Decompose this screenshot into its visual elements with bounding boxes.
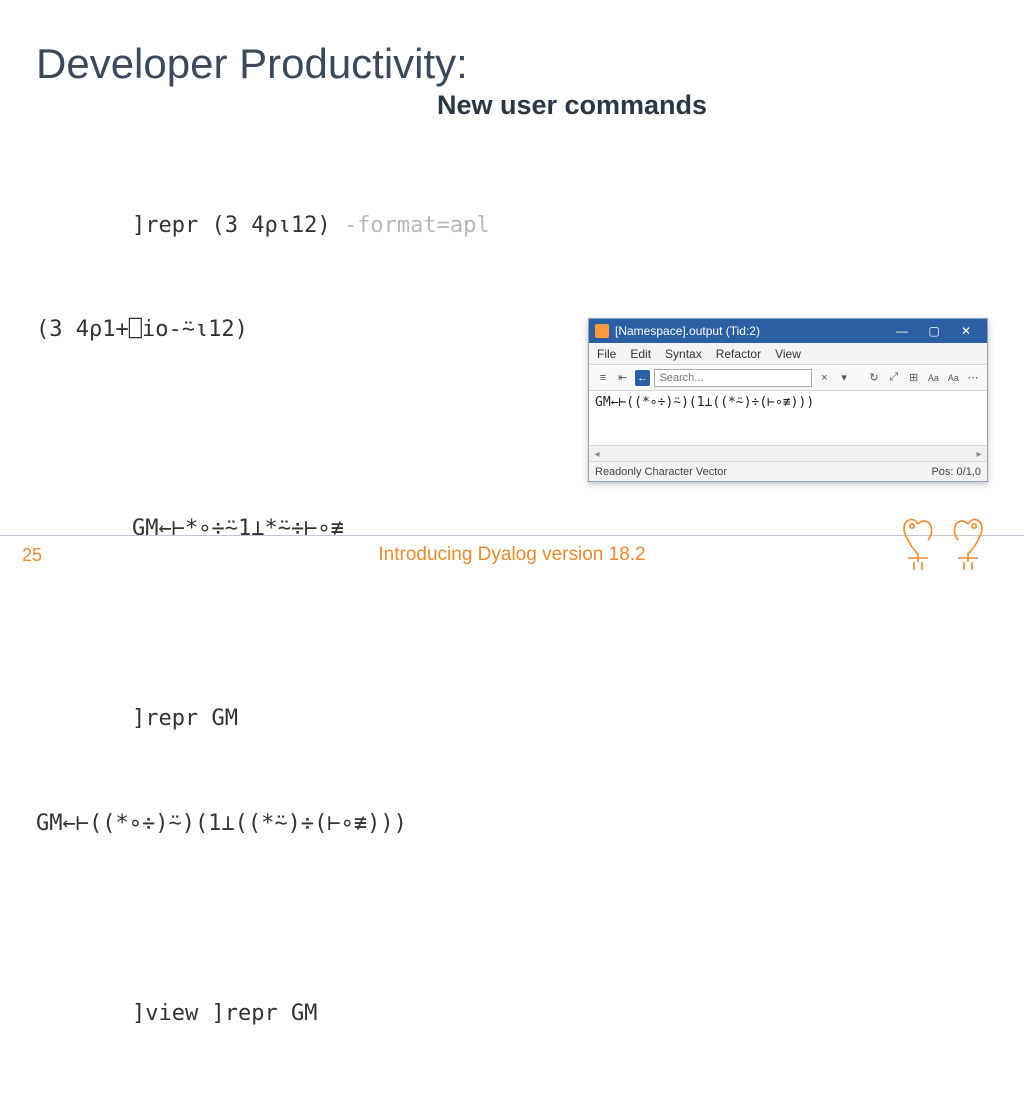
app-icon bbox=[595, 324, 609, 338]
code-line-1: ]repr (3 4⍴⍳12) -format=apl bbox=[36, 209, 988, 243]
editor-window: [Namespace].output (Tid:2) — ▢ ✕ File Ed… bbox=[588, 318, 988, 482]
code-line-6: ]view ]repr GM bbox=[36, 997, 988, 1031]
code-line-4: ]repr GM bbox=[36, 702, 988, 736]
back-icon[interactable]: ← bbox=[635, 370, 651, 386]
more-icon[interactable]: ⋯ bbox=[965, 370, 981, 386]
menu-refactor[interactable]: Refactor bbox=[716, 347, 761, 361]
footer-text: Introducing Dyalog version 18.2 bbox=[0, 544, 1024, 566]
horizontal-scrollbar[interactable]: ◂ ▸ bbox=[589, 445, 987, 461]
code-line-5: GM←⊢((*∘÷)⍨)(1⊥((*⍨)÷(⊢∘≢))) bbox=[36, 807, 988, 841]
scroll-left-icon[interactable]: ◂ bbox=[589, 446, 605, 462]
menu-view[interactable]: View bbox=[775, 347, 801, 361]
code-line-3: GM←⊢*∘÷⍨1⊥*⍨÷⊢∘≢ bbox=[36, 512, 988, 546]
expand-icon[interactable]: ⤢ bbox=[886, 370, 902, 386]
editor-titlebar[interactable]: [Namespace].output (Tid:2) — ▢ ✕ bbox=[589, 319, 987, 343]
status-left: Readonly Character Vector bbox=[595, 466, 727, 478]
minimize-button[interactable]: — bbox=[887, 321, 917, 341]
outdent-icon[interactable]: ⇤ bbox=[615, 370, 631, 386]
clear-search-icon[interactable]: × bbox=[816, 370, 832, 386]
editor-title: [Namespace].output (Tid:2) bbox=[615, 324, 881, 338]
editor-statusbar: Readonly Character Vector Pos: 0/1,0 bbox=[589, 461, 987, 481]
search-input[interactable] bbox=[654, 369, 812, 387]
status-right: Pos: 0/1,0 bbox=[931, 466, 981, 478]
code-option: -format=apl bbox=[344, 213, 490, 238]
editor-menubar: File Edit Syntax Refactor View bbox=[589, 343, 987, 365]
dyalog-logo bbox=[888, 510, 998, 570]
case-aa-icon[interactable]: Aa bbox=[926, 370, 942, 386]
list-icon[interactable]: ≡ bbox=[595, 370, 611, 386]
case-aa2-icon[interactable]: Aa bbox=[945, 370, 961, 386]
footer-divider bbox=[0, 535, 1024, 536]
editor-content[interactable]: GM←⊢((*∘÷)⍨)(1⊥((*⍨)÷(⊢∘≢))) bbox=[589, 391, 987, 445]
add-icon[interactable]: ⊞ bbox=[906, 370, 922, 386]
slide-subtitle: New user commands bbox=[156, 90, 988, 121]
scroll-right-icon[interactable]: ▸ bbox=[971, 446, 987, 462]
maximize-button[interactable]: ▢ bbox=[919, 321, 949, 341]
slide-title: Developer Productivity: bbox=[36, 40, 988, 88]
refresh-icon[interactable]: ↻ bbox=[866, 370, 882, 386]
menu-file[interactable]: File bbox=[597, 347, 616, 361]
menu-edit[interactable]: Edit bbox=[630, 347, 651, 361]
dropdown-icon[interactable]: ▾ bbox=[836, 370, 852, 386]
close-button[interactable]: ✕ bbox=[951, 321, 981, 341]
code-text: ]repr (3 4⍴⍳12) bbox=[132, 213, 344, 238]
menu-syntax[interactable]: Syntax bbox=[665, 347, 702, 361]
editor-toolbar: ≡ ⇤ ← × ▾ ↻ ⤢ ⊞ Aa Aa ⋯ bbox=[589, 365, 987, 391]
